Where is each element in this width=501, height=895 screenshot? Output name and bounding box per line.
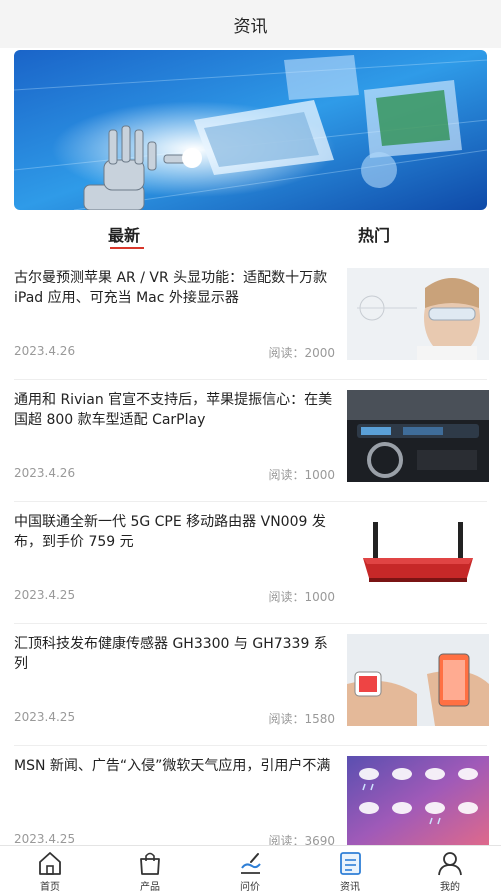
nav-label: 首页	[40, 882, 60, 893]
active-tab-indicator	[110, 247, 144, 249]
news-date: 2023.4.25	[14, 832, 76, 846]
user-icon	[438, 852, 462, 876]
bottom-nav: 首页 产品 问价 资讯 我的	[0, 845, 501, 895]
news-headline: 中国联通全新一代 5G CPE 移动路由器 VN009 发布，到手价 759 元	[14, 514, 326, 550]
nav-label: 我的	[440, 882, 460, 893]
news-read-count: 阅读：1000	[268, 590, 335, 604]
nav-label: 产品	[140, 882, 160, 893]
tab-latest[interactable]: 最新	[108, 222, 140, 246]
vr-headset-woman-image	[347, 268, 489, 360]
smartwatch-phone-image	[347, 634, 489, 726]
tab-hot[interactable]: 热门	[358, 222, 390, 246]
robot-hand-tech-illustration	[14, 50, 487, 210]
nav-item-home[interactable]: 首页	[0, 846, 100, 895]
news-read-count: 阅读：2000	[268, 346, 335, 360]
news-date: 2023.4.26	[14, 466, 76, 480]
news-headline: 汇顶科技发布健康传感器 GH3300 与 GH7339 系列	[14, 636, 328, 672]
news-icon	[340, 852, 361, 875]
news-item[interactable]: 通用和 Rivian 官宣不支持后，苹果提振信心：在美国超 800 款车型适配 …	[0, 380, 501, 502]
news-read-count: 阅读：1580	[268, 712, 335, 726]
car-dashboard-image	[347, 390, 489, 482]
red-router-image	[347, 512, 489, 604]
news-item[interactable]: 古尔曼预测苹果 AR / VR 头显功能：适配数十万款 iPad 应用、可充当 …	[0, 258, 501, 380]
home-icon	[39, 852, 61, 875]
nav-label: 问价	[240, 882, 260, 893]
nav-item-price-inquiry[interactable]: 问价	[200, 846, 300, 895]
nav-item-products[interactable]: 产品	[100, 846, 200, 895]
nav-item-profile[interactable]: 我的	[400, 846, 500, 895]
news-item[interactable]: 汇顶科技发布健康传感器 GH3300 与 GH7339 系列 2023.4.25…	[0, 624, 501, 746]
news-date: 2023.4.26	[14, 344, 76, 358]
news-date: 2023.4.25	[14, 710, 76, 724]
news-item[interactable]: 中国联通全新一代 5G CPE 移动路由器 VN009 发布，到手价 759 元…	[0, 502, 501, 624]
page-title: 资讯	[233, 16, 268, 37]
price-inquiry-icon	[241, 853, 261, 874]
news-headline: 古尔曼预测苹果 AR / VR 头显功能：适配数十万款 iPad 应用、可充当 …	[14, 270, 328, 306]
news-headline: MSN 新闻、广告“入侵”微软天气应用，引用户不满	[14, 758, 331, 774]
top-bar: 资讯	[0, 0, 501, 48]
news-tabs: 最新 热门	[0, 214, 501, 254]
nav-item-news[interactable]: 资讯	[300, 846, 400, 895]
news-read-count: 阅读：1000	[268, 468, 335, 482]
news-date: 2023.4.25	[14, 588, 76, 602]
nav-label: 资讯	[340, 882, 360, 893]
weather-icons-image	[347, 756, 489, 848]
banner-image[interactable]	[14, 50, 487, 210]
news-headline: 通用和 Rivian 官宣不支持后，苹果提振信心：在美国超 800 款车型适配 …	[14, 392, 333, 428]
shopping-bag-icon	[140, 852, 160, 875]
